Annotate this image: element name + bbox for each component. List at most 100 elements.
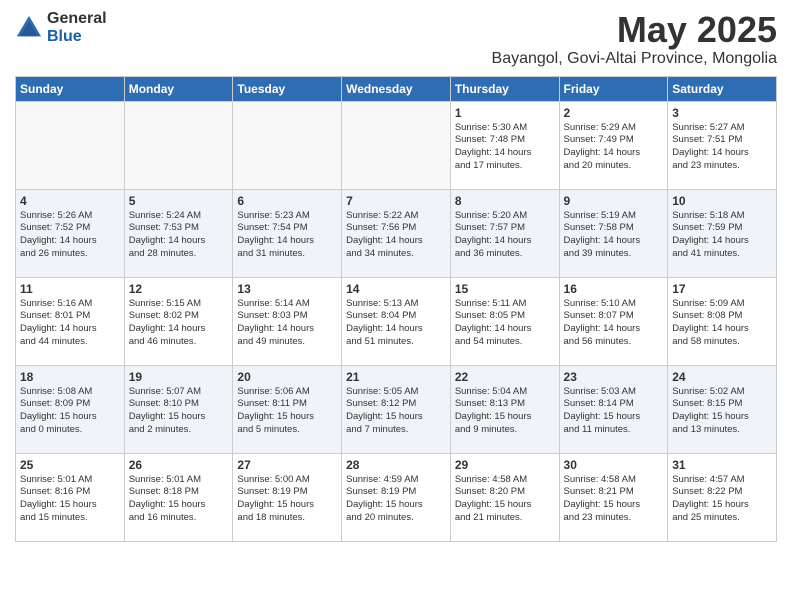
header-cell-monday: Monday [124,76,233,101]
day-number: 22 [455,370,555,384]
calendar-cell [342,101,451,189]
day-number: 10 [672,194,772,208]
calendar-cell: 9 Sunrise: 5:19 AM Sunset: 7:58 PM Daylig… [559,189,668,277]
calendar-cell: 3Sunrise: 5:27 AM Sunset: 7:51 PM Daylig… [668,101,777,189]
day-info: Sunrise: 5:16 AM Sunset: 8:01 PM Dayligh… [20,298,120,349]
header-row: SundayMondayTuesdayWednesdayThursdayFrid… [16,76,777,101]
calendar-row-3: 11 Sunrise: 5:16 AM Sunset: 8:01 PM Dayli… [16,277,777,365]
logo-blue: Blue [47,28,107,46]
month-title: May 2025 [492,10,777,50]
header-cell-friday: Friday [559,76,668,101]
day-info: Sunrise: 5:07 AM Sunset: 8:10 PM Dayligh… [129,386,229,437]
day-number: 27 [237,458,337,472]
location-title: Bayangol, Govi-Altai Province, Mongolia [492,50,777,68]
day-number: 28 [346,458,446,472]
header-cell-wednesday: Wednesday [342,76,451,101]
calendar-row-4: 18 Sunrise: 5:08 AM Sunset: 8:09 PM Dayli… [16,365,777,453]
calendar-cell: 26 Sunrise: 5:01 AM Sunset: 8:18 PM Dayli… [124,453,233,541]
day-info: Sunrise: 5:11 AM Sunset: 8:05 PM Dayligh… [455,298,555,349]
day-info: Sunrise: 5:26 AM Sunset: 7:52 PM Dayligh… [20,210,120,261]
day-info: Sunrise: 5:02 AM Sunset: 8:15 PM Dayligh… [672,386,772,437]
logo-general: General [47,10,107,28]
day-number: 25 [20,458,120,472]
day-info: Sunrise: 5:01 AM Sunset: 8:18 PM Dayligh… [129,474,229,525]
logo-icon [15,14,43,42]
calendar-cell: 29 Sunrise: 4:58 AM Sunset: 8:20 PM Dayli… [450,453,559,541]
day-info: Sunrise: 5:10 AM Sunset: 8:07 PM Dayligh… [564,298,664,349]
title-block: May 2025 Bayangol, Govi-Altai Province, … [492,10,777,68]
day-number: 26 [129,458,229,472]
day-info: Sunrise: 5:23 AM Sunset: 7:54 PM Dayligh… [237,210,337,261]
day-info: Sunrise: 5:18 AM Sunset: 7:59 PM Dayligh… [672,210,772,261]
day-number: 23 [564,370,664,384]
calendar-cell: 30Sunrise: 4:58 AM Sunset: 8:21 PM Dayli… [559,453,668,541]
calendar-cell: 21 Sunrise: 5:05 AM Sunset: 8:12 PM Dayli… [342,365,451,453]
calendar-cell: 27 Sunrise: 5:00 AM Sunset: 8:19 PM Dayli… [233,453,342,541]
day-info: Sunrise: 4:58 AM Sunset: 8:20 PM Dayligh… [455,474,555,525]
day-info: Sunrise: 5:05 AM Sunset: 8:12 PM Dayligh… [346,386,446,437]
calendar-cell: 7 Sunrise: 5:22 AM Sunset: 7:56 PM Daylig… [342,189,451,277]
calendar-cell: 4 Sunrise: 5:26 AM Sunset: 7:52 PM Daylig… [16,189,125,277]
day-info: Sunrise: 5:09 AM Sunset: 8:08 PM Dayligh… [672,298,772,349]
day-number: 6 [237,194,337,208]
day-info: Sunrise: 5:30 AM Sunset: 7:48 PM Dayligh… [455,122,555,173]
day-number: 20 [237,370,337,384]
calendar-cell: 31Sunrise: 4:57 AM Sunset: 8:22 PM Dayli… [668,453,777,541]
day-number: 3 [672,106,772,120]
day-number: 18 [20,370,120,384]
day-info: Sunrise: 5:29 AM Sunset: 7:49 PM Dayligh… [564,122,664,173]
day-info: Sunrise: 5:01 AM Sunset: 8:16 PM Dayligh… [20,474,120,525]
day-info: Sunrise: 5:19 AM Sunset: 7:58 PM Dayligh… [564,210,664,261]
calendar-cell: 11 Sunrise: 5:16 AM Sunset: 8:01 PM Dayli… [16,277,125,365]
day-number: 1 [455,106,555,120]
day-number: 5 [129,194,229,208]
calendar-cell: 1 Sunrise: 5:30 AM Sunset: 7:48 PM Daylig… [450,101,559,189]
calendar-cell: 5 Sunrise: 5:24 AM Sunset: 7:53 PM Daylig… [124,189,233,277]
calendar-cell: 14 Sunrise: 5:13 AM Sunset: 8:04 PM Dayli… [342,277,451,365]
day-number: 13 [237,282,337,296]
day-number: 9 [564,194,664,208]
calendar-table: SundayMondayTuesdayWednesdayThursdayFrid… [15,76,777,542]
calendar-cell: 12Sunrise: 5:15 AM Sunset: 8:02 PM Dayli… [124,277,233,365]
day-info: Sunrise: 4:59 AM Sunset: 8:19 PM Dayligh… [346,474,446,525]
calendar-cell: 22 Sunrise: 5:04 AM Sunset: 8:13 PM Dayli… [450,365,559,453]
day-info: Sunrise: 5:13 AM Sunset: 8:04 PM Dayligh… [346,298,446,349]
day-info: Sunrise: 5:14 AM Sunset: 8:03 PM Dayligh… [237,298,337,349]
calendar-row-1: 1 Sunrise: 5:30 AM Sunset: 7:48 PM Daylig… [16,101,777,189]
calendar-cell: 28 Sunrise: 4:59 AM Sunset: 8:19 PM Dayli… [342,453,451,541]
header-cell-tuesday: Tuesday [233,76,342,101]
calendar-cell [233,101,342,189]
day-number: 4 [20,194,120,208]
header-cell-saturday: Saturday [668,76,777,101]
day-info: Sunrise: 4:57 AM Sunset: 8:22 PM Dayligh… [672,474,772,525]
calendar-row-2: 4 Sunrise: 5:26 AM Sunset: 7:52 PM Daylig… [16,189,777,277]
day-info: Sunrise: 5:00 AM Sunset: 8:19 PM Dayligh… [237,474,337,525]
day-info: Sunrise: 5:22 AM Sunset: 7:56 PM Dayligh… [346,210,446,261]
calendar-cell: 16 Sunrise: 5:10 AM Sunset: 8:07 PM Dayli… [559,277,668,365]
day-info: Sunrise: 5:20 AM Sunset: 7:57 PM Dayligh… [455,210,555,261]
day-number: 29 [455,458,555,472]
day-info: Sunrise: 5:24 AM Sunset: 7:53 PM Dayligh… [129,210,229,261]
day-number: 7 [346,194,446,208]
day-info: Sunrise: 5:15 AM Sunset: 8:02 PM Dayligh… [129,298,229,349]
header-cell-thursday: Thursday [450,76,559,101]
day-number: 8 [455,194,555,208]
day-number: 15 [455,282,555,296]
calendar-cell: 24Sunrise: 5:02 AM Sunset: 8:15 PM Dayli… [668,365,777,453]
calendar-cell: 20Sunrise: 5:06 AM Sunset: 8:11 PM Dayli… [233,365,342,453]
calendar-cell: 6 Sunrise: 5:23 AM Sunset: 7:54 PM Daylig… [233,189,342,277]
calendar-cell: 10 Sunrise: 5:18 AM Sunset: 7:59 PM Dayli… [668,189,777,277]
day-info: Sunrise: 5:04 AM Sunset: 8:13 PM Dayligh… [455,386,555,437]
day-number: 17 [672,282,772,296]
logo: General Blue [15,10,107,45]
day-info: Sunrise: 5:08 AM Sunset: 8:09 PM Dayligh… [20,386,120,437]
day-number: 21 [346,370,446,384]
calendar-cell: 25 Sunrise: 5:01 AM Sunset: 8:16 PM Dayli… [16,453,125,541]
day-number: 14 [346,282,446,296]
calendar-row-5: 25 Sunrise: 5:01 AM Sunset: 8:16 PM Dayli… [16,453,777,541]
day-number: 11 [20,282,120,296]
day-number: 16 [564,282,664,296]
calendar-cell: 15 Sunrise: 5:11 AM Sunset: 8:05 PM Dayli… [450,277,559,365]
day-info: Sunrise: 4:58 AM Sunset: 8:21 PM Dayligh… [564,474,664,525]
calendar-cell: 8 Sunrise: 5:20 AM Sunset: 7:57 PM Daylig… [450,189,559,277]
